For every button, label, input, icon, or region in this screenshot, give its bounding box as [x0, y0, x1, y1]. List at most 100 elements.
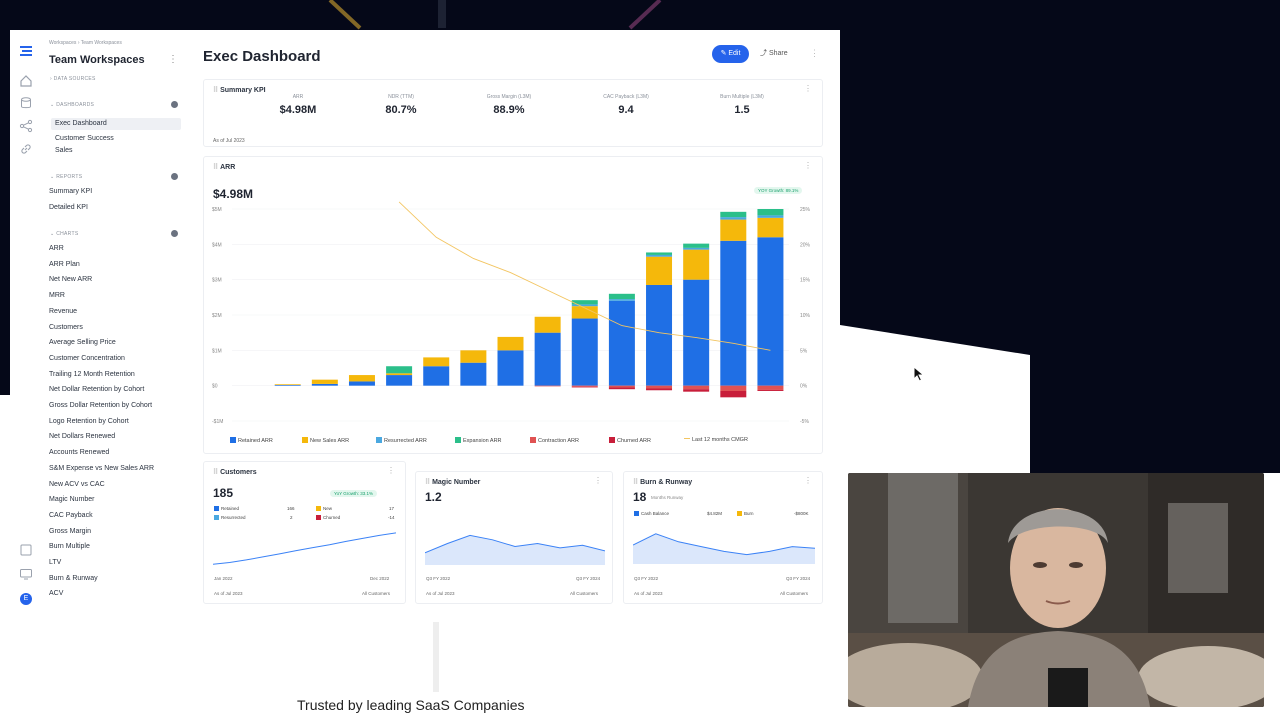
y2-tick-label: 15% — [800, 278, 811, 284]
card-menu-icon[interactable]: ⋮ — [804, 84, 812, 93]
kpi-arr: ARR $4.98M — [279, 94, 317, 116]
customers-scope: All Customers — [362, 591, 391, 596]
customers-x-start: Jan 2022 — [214, 576, 233, 581]
sidebar-item-chart[interactable]: S&M Expense vs New Sales ARR — [49, 465, 154, 472]
breadcrumb-workspaces[interactable]: Workspaces — [49, 40, 76, 46]
section-data-sources[interactable]: › DATA SOURCES — [50, 76, 96, 82]
card-menu-icon[interactable]: ⋮ — [804, 161, 812, 170]
workspace-menu-icon[interactable]: ⋮ — [168, 54, 178, 65]
bar-segment — [571, 304, 598, 307]
sidebar-item-chart[interactable]: ARR — [49, 245, 64, 252]
sidebar-item-chart[interactable]: New ACV vs CAC — [49, 481, 105, 488]
legend-resurrected-value: 2 — [290, 515, 293, 520]
legend-item[interactable]: Resurrected ARR — [376, 437, 427, 444]
home-icon[interactable] — [19, 74, 33, 88]
sidebar-item-chart[interactable]: Customer Concentration — [49, 355, 125, 362]
bar-segment — [757, 237, 784, 386]
section-dashboards[interactable]: ⌄ DASHBOARDS — [50, 102, 94, 108]
share-button[interactable]: ⤴ Share — [760, 45, 788, 63]
bar-segment — [720, 219, 747, 241]
sidebar-item-chart[interactable]: Net Dollar Retention by Cohort — [49, 386, 144, 393]
book-icon[interactable] — [19, 543, 33, 557]
sidebar-item-detailed-kpi[interactable]: Detailed KPI — [49, 204, 88, 211]
runway-value: 18 — [633, 490, 647, 504]
bar-segment — [683, 249, 710, 280]
sidebar-item-chart[interactable]: Logo Retention by Cohort — [49, 418, 129, 425]
sidebar-item-exec-dashboard[interactable]: Exec Dashboard — [51, 118, 181, 130]
bar-segment — [646, 252, 673, 255]
legend-item[interactable]: Retained ARR — [230, 437, 273, 444]
bar-segment — [646, 385, 673, 389]
summary-kpi-title: ⠿ Summary KPI — [213, 87, 266, 94]
kpi-gross-margin: Gross Margin (L3M) 88.9% — [486, 94, 532, 116]
sidebar-item-chart[interactable]: ARR Plan — [49, 261, 80, 268]
link-icon[interactable] — [19, 142, 33, 156]
add-chart-icon[interactable] — [171, 230, 178, 237]
sidebar-item-chart[interactable]: Net Dollars Renewed — [49, 433, 115, 440]
customers-as-of: As of Jul 2023 — [214, 591, 243, 596]
sidebar-item-chart[interactable]: LTV — [49, 559, 61, 566]
legend-item[interactable]: New Sales ARR — [302, 437, 349, 444]
bar-segment — [608, 385, 635, 388]
section-charts[interactable]: ⌄ CHARTS — [50, 231, 78, 237]
y2-tick-label: 0% — [800, 384, 808, 390]
sidebar-item-customer-success[interactable]: Customer Success — [55, 135, 114, 142]
y-tick-label: $3M — [212, 278, 222, 284]
y-tick-label: $0 — [212, 384, 218, 390]
sidebar-item-chart[interactable]: Trailing 12 Month Retention — [49, 371, 135, 378]
legend-item[interactable]: Expansion ARR — [455, 437, 502, 444]
legend-item[interactable]: Churned ARR — [609, 437, 651, 444]
sidebar-item-chart[interactable]: Accounts Renewed — [49, 449, 109, 456]
add-dashboard-icon[interactable] — [171, 101, 178, 108]
magic-x-end: Q3 FY 2024 — [576, 576, 601, 581]
customers-trend-chart — [213, 532, 396, 565]
bar-segment — [386, 375, 413, 386]
magic-number-chart — [425, 534, 605, 565]
sidebar-item-chart[interactable]: CAC Payback — [49, 512, 93, 519]
bar-segment — [757, 217, 784, 238]
add-report-icon[interactable] — [171, 173, 178, 180]
legend-item[interactable]: Contraction ARR — [530, 437, 579, 444]
user-avatar[interactable]: E — [20, 593, 32, 605]
sidebar-item-sales[interactable]: Sales — [55, 147, 73, 154]
database-icon[interactable] — [19, 96, 33, 110]
sidebar-item-chart[interactable]: Revenue — [49, 308, 77, 315]
sidebar-item-chart[interactable]: Burn Multiple — [49, 543, 90, 550]
sidebar-item-chart[interactable]: Customers — [49, 324, 83, 331]
burn-runway-card: ⠿ Burn & Runway ⋮ 18 Months Runway Cash … — [623, 471, 823, 604]
y2-tick-label: 25% — [800, 207, 811, 213]
section-reports[interactable]: ⌄ REPORTS — [50, 174, 82, 180]
sidebar-item-chart[interactable]: Magic Number — [49, 496, 95, 503]
card-menu-icon[interactable]: ⋮ — [594, 476, 602, 485]
sidebar: Workspaces › Team Workspaces Team Worksp… — [42, 30, 188, 620]
legend-item[interactable]: Last 12 months CMGR — [684, 437, 748, 443]
sidebar-item-chart[interactable]: Net New ARR — [49, 276, 92, 283]
monitor-icon[interactable] — [19, 567, 33, 581]
bar-segment — [348, 375, 375, 382]
card-menu-icon[interactable]: ⋮ — [804, 476, 812, 485]
share-nodes-icon[interactable] — [19, 119, 33, 133]
sidebar-item-chart[interactable]: MRR — [49, 292, 65, 299]
arr-stacked-bar-chart: $5M $4M $3M $2M $1M $0 -$1M 25% 20% 15% 10% 5% 0% -5% — [212, 201, 811, 425]
magic-number-card: ⠿ Magic Number ⋮ 1.2 Q3 FY 2022 Q3 FY 20… — [415, 471, 613, 604]
sidebar-item-chart[interactable]: Average Selling Price — [49, 339, 116, 346]
bar-segment — [608, 293, 635, 300]
sidebar-item-summary-kpi[interactable]: Summary KPI — [49, 188, 92, 195]
breadcrumb-team-workspaces[interactable]: Team Workspaces — [81, 40, 122, 46]
card-menu-icon[interactable]: ⋮ — [387, 466, 395, 475]
sidebar-item-chart[interactable]: ACV — [49, 590, 63, 597]
presenter-webcam — [848, 473, 1264, 707]
page-title: Exec Dashboard — [203, 48, 321, 65]
bar-segment — [386, 366, 413, 374]
sidebar-item-chart[interactable]: Gross Dollar Retention by Cohort — [49, 402, 152, 409]
y2-tick-label: 10% — [800, 313, 811, 319]
legend-churned: Churned — [316, 515, 340, 520]
icon-rail: E — [10, 30, 42, 620]
edit-button[interactable]: ✎ Edit — [712, 45, 749, 63]
bar-segment — [646, 256, 673, 285]
more-options-icon[interactable]: ⋮ — [810, 48, 819, 59]
sidebar-item-chart[interactable]: Burn & Runway — [49, 575, 98, 582]
sidebar-item-chart[interactable]: Gross Margin — [49, 528, 91, 535]
bar-segment — [608, 299, 635, 301]
legend-new-value: 17 — [389, 506, 395, 511]
